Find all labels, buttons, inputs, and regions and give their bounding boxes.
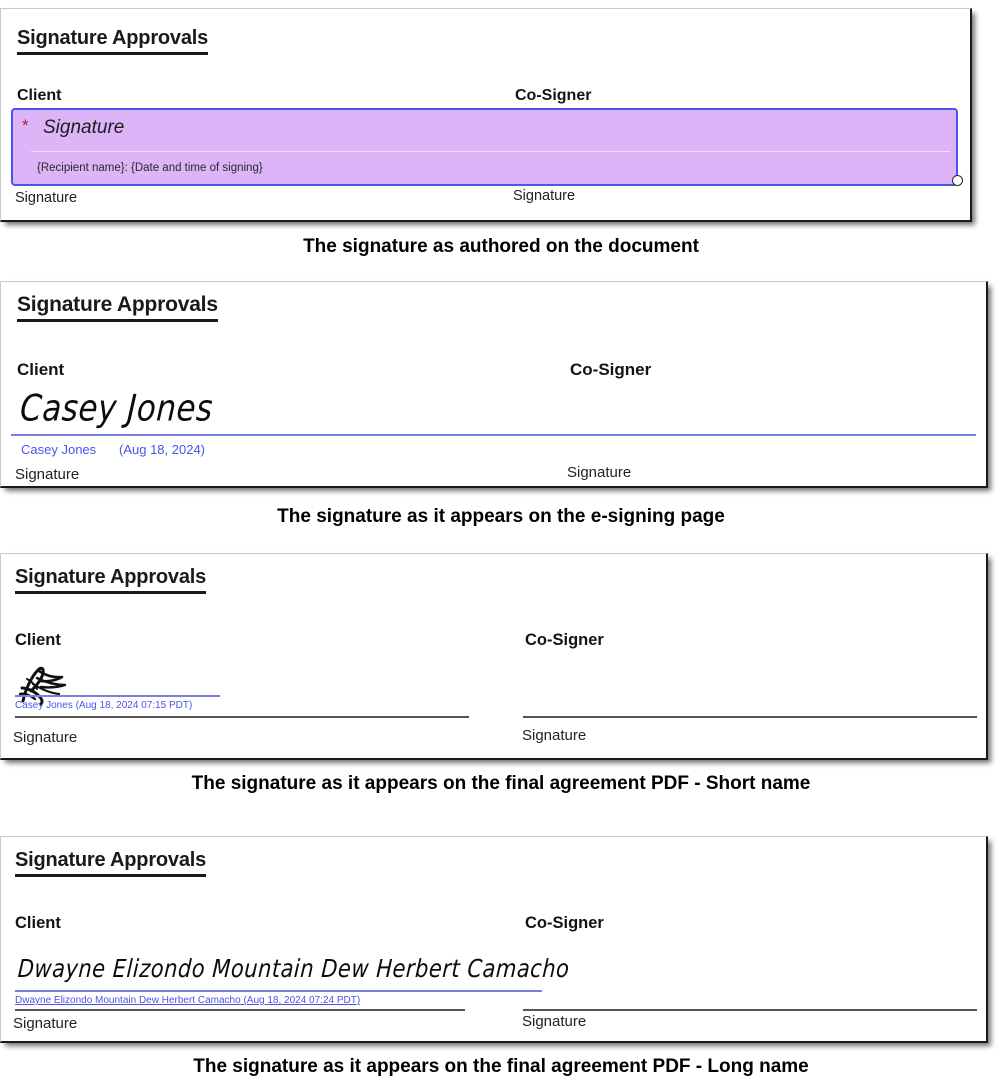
panel1-cosigner-header: Co-Signer: [515, 87, 592, 104]
signer-date-client: (Aug 18, 2024): [119, 442, 206, 457]
panel1-client-header: Client: [17, 87, 62, 104]
signature-line-client: [11, 434, 976, 436]
signature-field-placeholder[interactable]: * Signature {Recipient name}: {Date and …: [11, 108, 958, 186]
caption-authored-document: The signature as authored on the documen…: [303, 236, 699, 257]
signature-script-client: Dwayne Elizondo Mountain Dew Herbert Cam…: [17, 954, 571, 983]
panel2-cosigner-signature-label: Signature: [567, 464, 632, 481]
signature-field-divider: [31, 151, 950, 152]
signature-baseline-client: [15, 1009, 465, 1011]
signature-baseline-cosigner: [523, 716, 977, 718]
panel1-client-signature-label: Signature: [15, 190, 78, 206]
panel3-client-signature-label: Signature: [13, 729, 78, 746]
panel1-section-heading: Signature Approvals: [17, 27, 208, 55]
panel-pdf-long-name: Signature Approvals Client Co-Signer Dwa…: [0, 836, 988, 1043]
signer-meta-client: Dwayne Elizondo Mountain Dew Herbert Cam…: [15, 995, 361, 1006]
panel4-cosigner-signature-label: Signature: [522, 1013, 587, 1030]
signature-approvals-figure: Signature Approvals Client Co-Signer * S…: [0, 0, 1002, 1092]
panel3-cosigner-signature-label: Signature: [522, 727, 587, 744]
caption-esigning-page: The signature as it appears on the e-sig…: [277, 506, 725, 527]
panel4-client-signature-label: Signature: [13, 1015, 78, 1032]
panel-esigning-page: Signature Approvals Client Co-Signer Cas…: [0, 281, 988, 488]
resize-handle-icon[interactable]: [952, 175, 963, 186]
required-asterisk-icon: *: [22, 116, 29, 135]
signature-baseline-cosigner: [523, 1009, 977, 1011]
panel2-client-signature-label: Signature: [15, 466, 80, 483]
signature-field-token-text: {Recipient name}: {Date and time of sign…: [37, 162, 263, 174]
signature-script-client: Casey Jones: [19, 387, 215, 430]
panel-pdf-short-name: Signature Approvals Client Co-Signer Cas…: [0, 553, 988, 760]
panel3-cosigner-header: Co-Signer: [525, 631, 604, 649]
signature-baseline-client: [15, 716, 469, 718]
panel1-cosigner-signature-label: Signature: [513, 188, 576, 204]
signer-name-client: Casey Jones: [21, 442, 97, 457]
signature-line-client: [15, 990, 542, 992]
panel4-client-header: Client: [15, 914, 61, 932]
panel4-cosigner-header: Co-Signer: [525, 914, 604, 932]
panel3-client-header: Client: [15, 631, 61, 649]
caption-pdf-long-name: The signature as it appears on the final…: [193, 1056, 809, 1077]
signature-field-label: Signature: [43, 117, 125, 138]
signer-meta-client: Casey Jones (Aug 18, 2024 07:15 PDT): [15, 700, 193, 711]
panel2-cosigner-header: Co-Signer: [570, 360, 652, 379]
panel4-section-heading: Signature Approvals: [15, 849, 206, 877]
panel-authored-document: Signature Approvals Client Co-Signer * S…: [0, 8, 972, 222]
panel3-section-heading: Signature Approvals: [15, 566, 206, 594]
panel2-client-header: Client: [17, 360, 65, 379]
signature-line-client: [15, 695, 220, 697]
panel2-section-heading: Signature Approvals: [17, 293, 218, 323]
caption-pdf-short-name: The signature as it appears on the final…: [191, 773, 811, 794]
